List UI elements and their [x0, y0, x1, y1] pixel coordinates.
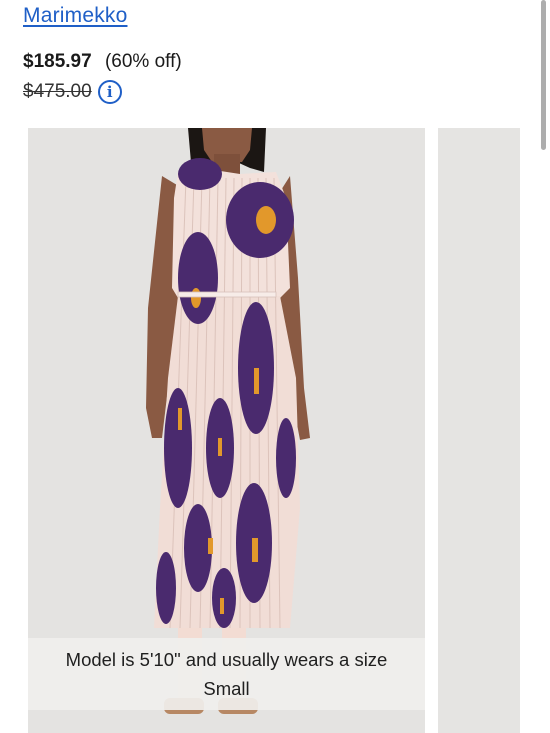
next-product-image[interactable]: [438, 128, 520, 733]
model-size-caption: Model is 5'10" and usually wears a size …: [28, 638, 425, 710]
product-image-carousel[interactable]: Model is 5'10" and usually wears a size …: [0, 128, 550, 733]
original-price-row: $475.00 i: [23, 80, 122, 104]
original-price: $475.00: [23, 81, 92, 102]
info-icon[interactable]: i: [97, 80, 122, 104]
page-scrollbar[interactable]: [541, 0, 546, 150]
brand-link[interactable]: Marimekko: [23, 4, 127, 28]
sale-price: $185.97: [23, 51, 92, 72]
discount-label: (60% off): [104, 51, 182, 72]
price-row: $185.97 (60% off): [23, 51, 182, 73]
